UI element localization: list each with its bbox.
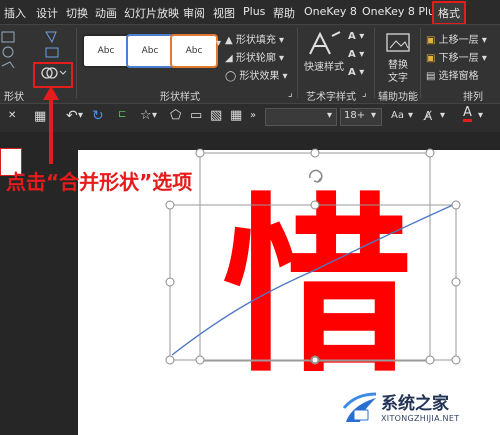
text-outline-icon[interactable]: A ▾ (348, 49, 364, 60)
shape-effects-button[interactable]: ◯ 形状效果 ▾ (225, 67, 288, 82)
send-backward-label: 下移一层 (438, 53, 479, 64)
style-sample-text: Abc (185, 46, 203, 56)
accessibility-group-label: 辅助功能 (378, 92, 418, 103)
text-fill-icon[interactable]: A ▾ (348, 31, 364, 42)
tab-slideshow[interactable]: 幻灯片放映 (124, 5, 179, 21)
ribbon-separator (297, 28, 298, 98)
image-icon[interactable]: ▧ (210, 108, 222, 123)
site-logo-icon (342, 392, 377, 422)
ruler-icon[interactable]: ⊏ (118, 109, 126, 120)
undo-icon[interactable]: ↶ (66, 108, 78, 124)
close-icon[interactable]: ✕ (8, 110, 16, 121)
change-case-button[interactable]: Aa (391, 110, 404, 121)
font-size-value: 18+ (344, 110, 366, 121)
style-sample-text: Abc (141, 46, 159, 56)
quick-styles-button[interactable]: 快速样式 (304, 58, 344, 73)
watermark-title: 系统之家 (381, 394, 449, 414)
alt-text-line2[interactable]: 文字 (388, 69, 408, 84)
tab-plus[interactable]: Plus (243, 5, 265, 18)
shape-fill-button[interactable]: ▲ 形状填充 ▾ (225, 31, 284, 46)
font-color-dropdown-icon[interactable]: ▾ (478, 110, 483, 121)
shape-fill-label: 形状填充 (235, 35, 276, 46)
shape-styles-group-label: 形状样式 (160, 92, 200, 103)
selection-overlay[interactable] (150, 140, 470, 385)
bring-forward-icon: ▣ (426, 35, 436, 46)
gallery-more-icon[interactable]: ▾ (216, 38, 221, 49)
text-box-icon[interactable]: ▭ (190, 108, 202, 123)
text-effects-icon[interactable]: A ▾ (348, 67, 364, 78)
selection-pane-icon: ▤ (426, 71, 436, 82)
tab-format[interactable]: 格式 (432, 1, 466, 25)
merge-shapes-button[interactable] (37, 64, 67, 82)
redo-icon[interactable]: ↻ (92, 108, 104, 124)
wordart-launcher-icon[interactable]: ⌟ (362, 88, 367, 99)
tab-transitions[interactable]: 切换 (66, 5, 88, 21)
annotation-arrow-icon (43, 86, 59, 164)
tab-design[interactable]: 设计 (36, 5, 58, 21)
alt-text-icon[interactable] (385, 32, 411, 54)
tab-insert[interactable]: 插入 (4, 5, 26, 21)
arrange-group-label: 排列 (463, 92, 483, 103)
shape-style-orange[interactable]: Abc (170, 34, 218, 68)
watermark-url: XITONGZHIJIA.NET (381, 414, 460, 423)
undo-dropdown-icon[interactable]: ▾ (78, 110, 83, 121)
ribbon-separator (76, 28, 77, 98)
instruction-annotation: 点击“合并形状”选项 (6, 170, 193, 194)
clear-format-dropdown-icon[interactable]: ▾ (440, 110, 445, 121)
style-sample-text: Abc (97, 46, 115, 56)
shape-style-black[interactable]: Abc (82, 34, 130, 68)
tab-animations[interactable]: 动画 (95, 5, 117, 21)
change-case-dropdown-icon[interactable]: ▾ (408, 110, 413, 121)
more-commands-icon[interactable]: » (250, 110, 256, 121)
shape-outline-button[interactable]: ◢ 形状轮廓 ▾ (225, 49, 284, 64)
star-icon[interactable]: ☆ (140, 108, 152, 123)
star-dropdown-icon[interactable]: ▾ (152, 110, 157, 121)
tab-view[interactable]: 视图 (213, 5, 235, 21)
selection-pane-label: 选择窗格 (438, 71, 479, 82)
bring-forward-button[interactable]: ▣ 上移一层 ▾ (426, 31, 487, 46)
tab-onekey-plus[interactable]: OneKey 8 Plus (362, 5, 441, 18)
shape-effects-label: 形状效果 (239, 71, 280, 82)
table-icon[interactable]: ▦ (230, 108, 242, 123)
insert-shapes-group-label: 形状 (4, 92, 24, 103)
tab-onekey[interactable]: OneKey 8 (304, 5, 357, 18)
ribbon-tab-bar: 插入 设计 切换 动画 幻灯片放映 审阅 视图 Plus 帮助 OneKey 8… (0, 0, 500, 25)
shape-outline-label: 形状轮廓 (235, 53, 276, 64)
tab-help[interactable]: 帮助 (273, 5, 295, 21)
bring-forward-label: 上移一层 (438, 35, 479, 46)
ribbon-separator (420, 28, 421, 98)
shape-insert-icon[interactable]: ⬠ (170, 108, 181, 123)
ribbon-separator (374, 28, 375, 98)
font-color-icon[interactable]: A (463, 106, 472, 122)
send-backward-button[interactable]: ▣ 下移一层 ▾ (426, 49, 487, 64)
font-name-dropdown-icon[interactable]: ▾ (327, 110, 332, 121)
shape-style-blue[interactable]: Abc (126, 34, 174, 68)
clear-format-icon[interactable]: A̸ (424, 109, 432, 123)
shape-styles-launcher-icon[interactable]: ⌟ (288, 88, 293, 99)
tab-review[interactable]: 审阅 (183, 5, 205, 21)
quick-styles-icon[interactable] (306, 30, 342, 58)
send-backward-icon: ▣ (426, 53, 436, 64)
selection-pane-button[interactable]: ▤ 选择窗格 (426, 67, 479, 82)
font-size-dropdown-icon[interactable]: ▾ (371, 110, 376, 121)
wordart-group-label: 艺术字样式 (306, 92, 356, 103)
